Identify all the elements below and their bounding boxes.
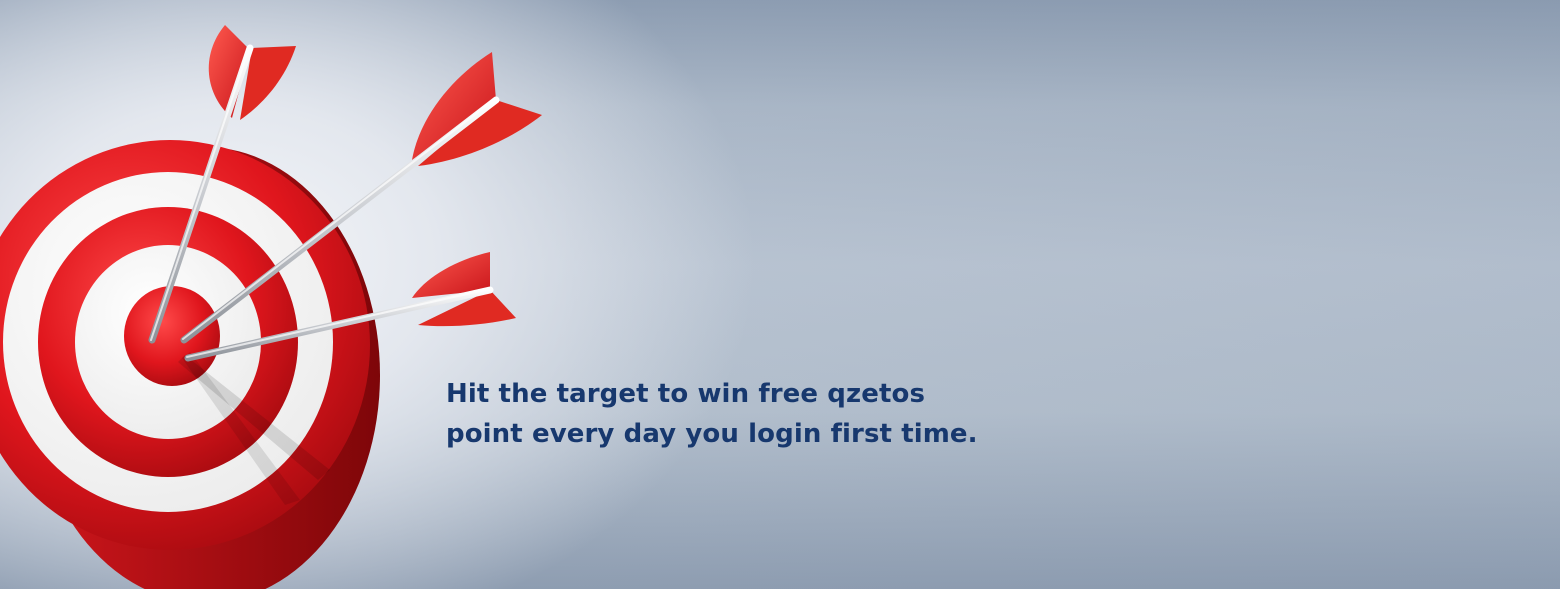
promo-banner: Hit the target to win free qzetos point …	[0, 0, 1560, 589]
target-with-arrows-icon	[0, 25, 542, 589]
promo-headline-line-2: point every day you login first time.	[446, 419, 978, 449]
promo-headline: Hit the target to win free qzetos point …	[446, 374, 978, 454]
target-bullseye	[124, 286, 220, 386]
promo-headline-line-1: Hit the target to win free qzetos	[446, 379, 926, 409]
